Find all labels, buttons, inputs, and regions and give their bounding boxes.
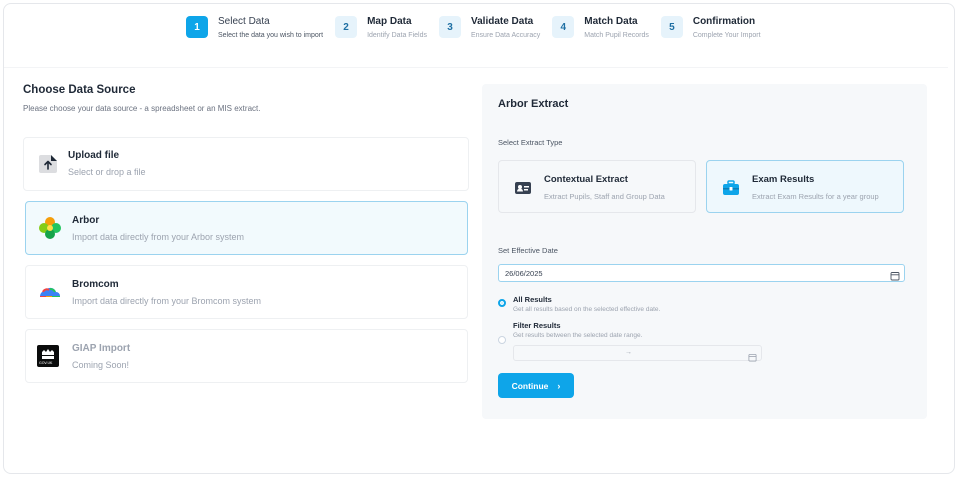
step-subtitle: Complete Your Import [692,32,761,39]
step-number: 2 [335,16,358,38]
all-results-radio[interactable] [498,299,506,307]
step-title: Match Data [584,16,638,27]
effective-date-input[interactable]: 26/06/2025 [498,264,905,282]
section-title: Choose Data Source [23,84,136,96]
filter-results-title: Filter Results [513,321,561,330]
step-map-data[interactable]: 2 Map Data Identify Data Fields [335,16,427,41]
upload-file-icon [36,152,60,176]
continue-button[interactable]: Continue › [498,373,574,398]
step-subtitle: Identify Data Fields [367,32,427,39]
id-card-icon [513,178,533,198]
bromcom-logo [38,280,62,304]
continue-label: Continue [511,380,549,391]
source-description: Import data directly from your Bromcom s… [72,296,262,306]
step-number: 3 [438,16,461,38]
date-range-input[interactable]: → [513,345,762,362]
all-results-title: All Results [513,295,552,304]
step-title: Select Data [218,16,270,27]
step-number: 5 [660,16,683,38]
source-upload-file[interactable]: Upload file Select or drop a file [23,137,469,191]
step-number: 1 [186,16,208,38]
import-stepper: 1 Select Data Select the data you wish t… [186,16,773,41]
arbor-logo [38,216,62,240]
effective-date-label: Set Effective Date [498,246,558,255]
extract-type-contextual[interactable]: Contextual Extract Extract Pupils, Staff… [498,160,696,213]
crest-text: GOV.UK [39,361,53,365]
source-description: Select or drop a file [68,167,146,177]
all-results-description: Get all results based on the selected ef… [513,306,661,313]
data-source-section: Choose Data Source Please choose your da… [23,84,469,383]
filter-results-radio[interactable] [498,336,506,344]
extract-type-label: Select Extract Type [498,138,563,147]
extract-type-exam-results[interactable]: Exam Results Extract Exam Results for a … [706,160,904,213]
step-select-data[interactable]: 1 Select Data Select the data you wish t… [186,16,323,41]
step-subtitle: Select the data you wish to import [218,32,324,39]
step-confirmation[interactable]: 5 Confirmation Complete Your Import [660,16,761,41]
arbor-extract-panel: Arbor Extract Select Extract Type Contex… [482,84,927,419]
source-giap-import: GOV.UK GIAP Import Coming Soon! [25,329,468,383]
step-match-data[interactable]: 4 Match Data Match Pupil Records [552,16,649,41]
step-validate-data[interactable]: 3 Validate Data Ensure Data Accuracy [438,16,541,41]
source-bromcom[interactable]: Bromcom Import data directly from your B… [25,265,468,319]
header-divider [4,67,948,68]
step-number: 4 [552,16,575,38]
source-title: Arbor [72,215,100,226]
source-title: Upload file [68,150,120,161]
chevron-right-icon: › [557,380,561,391]
source-title: GIAP Import [72,343,131,354]
panel-title: Arbor Extract [498,98,569,110]
source-arbor[interactable]: Arbor Import data directly from your Arb… [25,201,468,255]
source-description: Import data directly from your Arbor sys… [72,232,245,242]
govuk-crest-icon: GOV.UK [37,345,59,367]
filter-results-description: Get results between the selected date ra… [513,332,643,339]
step-title: Map Data [367,16,412,27]
section-subtitle: Please choose your data source - a sprea… [23,104,261,113]
extract-title: Exam Results [752,174,815,185]
source-description: Coming Soon! [72,360,130,370]
calendar-icon[interactable] [748,349,757,362]
extract-description: Extract Pupils, Staff and Group Data [544,192,665,201]
step-title: Confirmation [692,16,756,27]
source-title: Bromcom [72,279,119,290]
step-title: Validate Data [470,16,534,27]
range-arrow: → [625,349,632,356]
extract-title: Contextual Extract [544,174,628,185]
briefcase-icon [721,178,741,198]
effective-date-value: 26/06/2025 [505,269,543,278]
step-subtitle: Match Pupil Records [584,32,649,39]
calendar-icon[interactable] [890,268,900,281]
step-subtitle: Ensure Data Accuracy [470,32,541,39]
extract-description: Extract Exam Results for a year group [752,192,879,201]
